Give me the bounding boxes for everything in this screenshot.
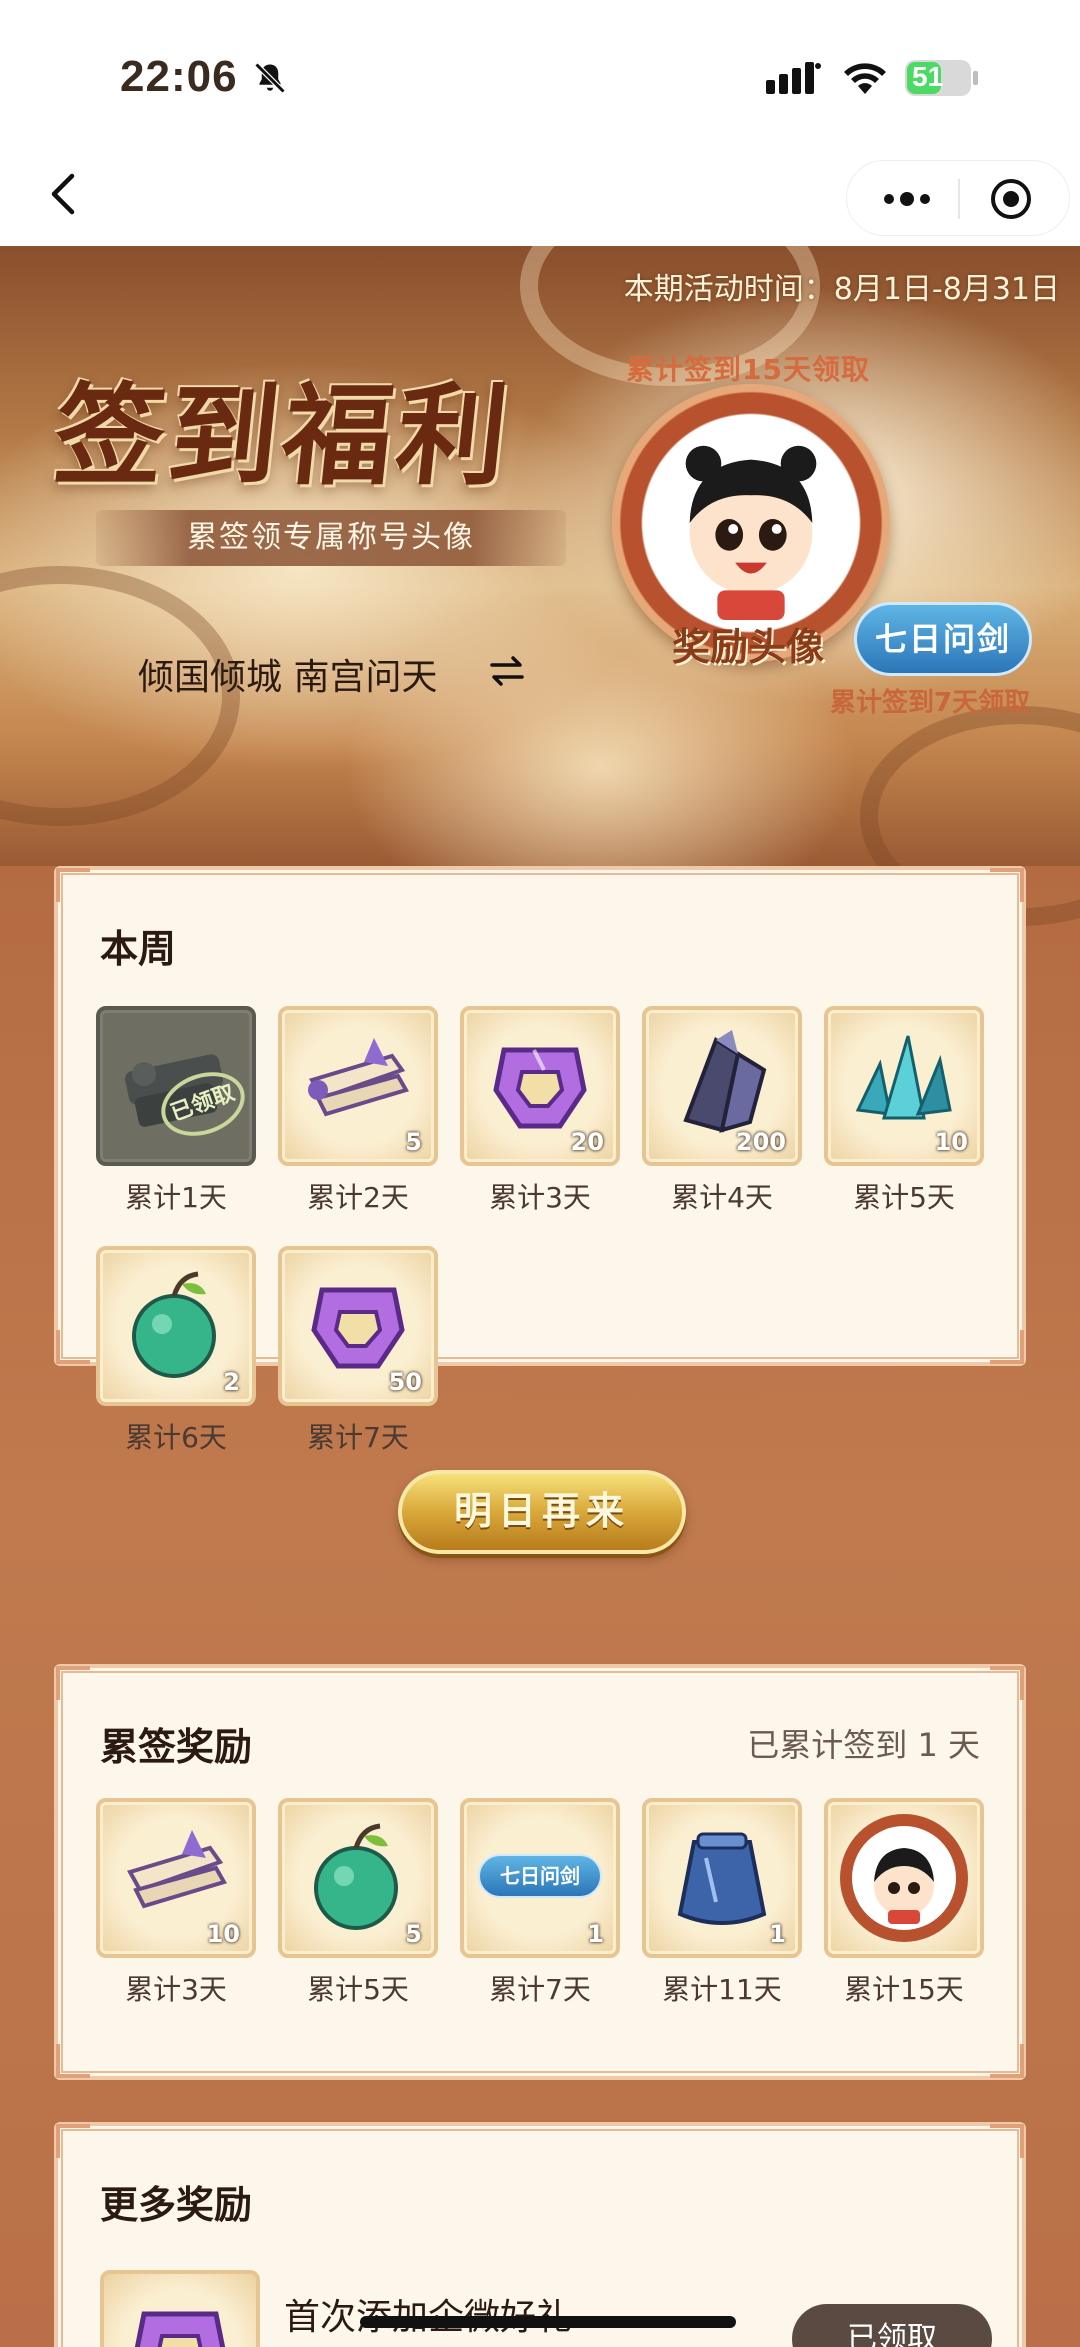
reward-quantity: 1 <box>769 1920 786 1948</box>
status-time: 22:06 <box>120 52 238 101</box>
card-corner <box>56 1330 90 1364</box>
hero-subtitle: 累签领专属称号头像 <box>96 510 566 566</box>
reward-item[interactable]: 10 累计5天 <box>824 1006 984 1216</box>
reward-day-label: 累计7天 <box>489 1973 591 2006</box>
card-corner <box>990 2044 1024 2078</box>
reward-tile: 10 <box>824 1006 984 1166</box>
hero-title: 签到福利 <box>48 371 518 500</box>
reward-tile: 5 <box>278 1006 438 1166</box>
card-corner <box>56 1666 90 1700</box>
reward-quantity: 10 <box>206 1920 240 1948</box>
avatar-character-icon <box>685 445 817 621</box>
title-badge-icon: 七日问剑 <box>478 1854 602 1898</box>
status-bar: 22:06 51 <box>0 0 1080 150</box>
claimed-button[interactable]: 已领取 <box>792 2304 992 2347</box>
cumulative-card: 累签奖励 已累计签到 1 天 10 累计3天 5 累计5天 七日问剑 1 累计7… <box>54 1664 1026 2080</box>
hero-banner: 本期活动时间：8月1日-8月31日 签到福利 累签领专属称号头像 倾国倾城 南宫… <box>0 246 1080 926</box>
reward-quantity: 1 <box>587 1920 604 1948</box>
purple-jade-icon <box>134 2311 226 2347</box>
reward-day-label: 累计1天 <box>125 1181 227 1214</box>
card-corner <box>990 868 1024 902</box>
reward-day-label: 累计5天 <box>853 1181 955 1214</box>
more-reward-name: 首次添加企微好礼 <box>284 2288 572 2340</box>
reward-item[interactable]: 七日问剑 1 累计7天 <box>460 1798 620 2008</box>
card-corner <box>56 2044 90 2078</box>
reward-day-label: 累计7天 <box>307 1421 409 1454</box>
reward-item[interactable]: 10 累计3天 <box>96 1798 256 2008</box>
reward-item[interactable]: 2 累计6天 <box>96 1246 256 1456</box>
more-rewards-title: 更多奖励 <box>100 2183 253 2227</box>
reward-item[interactable]: 1 累计11天 <box>642 1798 802 2008</box>
card-corner <box>990 2124 1024 2158</box>
swap-arrows-icon[interactable] <box>488 652 526 690</box>
reward-day-label: 累计15天 <box>844 1973 964 2006</box>
reward-day-label: 累计5天 <box>307 1973 409 2006</box>
more-dots-icon[interactable] <box>877 179 937 219</box>
weekly-card: 本周 已领取 累计1天 5 累计2天 20 累计3天 200 累计4天 10 累… <box>54 866 1026 1554</box>
reward-day-label: 累计2天 <box>307 1181 409 1214</box>
more-rewards-card: 更多奖励 首次添加企微好礼 已领取 <box>54 2122 1026 2347</box>
card-corner <box>990 1330 1024 1364</box>
reward-day-label: 累计4天 <box>671 1181 773 1214</box>
avatar-frame-icon <box>840 1814 968 1942</box>
activity-period: 本期活动时间：8月1日-8月31日 <box>623 272 1060 307</box>
come-back-tomorrow-button[interactable]: 明日再来 <box>398 1470 686 1554</box>
reward-tile: 20 <box>460 1006 620 1166</box>
avatar-requirement-15: 累计签到15天领取 <box>626 353 870 386</box>
reward-tile: 50 <box>278 1246 438 1406</box>
reward-avatar-label: 奖励头像 <box>672 625 825 669</box>
home-indicator <box>360 2316 736 2328</box>
battery-icon: 51 <box>904 58 980 98</box>
reward-quantity: 5 <box>405 1920 422 1948</box>
page-content: 本期活动时间：8月1日-8月31日 签到福利 累签领专属称号头像 倾国倾城 南宫… <box>0 246 1080 2347</box>
card-corner <box>990 1666 1024 1700</box>
reward-tile: 2 <box>96 1246 256 1406</box>
server-name[interactable]: 倾国倾城 南宫问天 <box>138 648 437 700</box>
reward-day-label: 累计3天 <box>489 1181 591 1214</box>
reward-day-label: 累计6天 <box>125 1421 227 1454</box>
capsule-divider <box>958 179 960 219</box>
wifi-icon <box>844 63 886 94</box>
reward-quantity: 200 <box>735 1128 786 1156</box>
card-corner <box>56 868 90 902</box>
weekly-title: 本周 <box>100 927 177 971</box>
close-target-icon[interactable] <box>987 175 1035 223</box>
reward-quantity: 2 <box>223 1368 240 1396</box>
reward-tile: 已领取 <box>96 1006 256 1166</box>
reward-tile: 10 <box>96 1798 256 1958</box>
reward-tile: 5 <box>278 1798 438 1958</box>
reward-tile <box>824 1798 984 1958</box>
nav-bar <box>0 150 1080 246</box>
battery-level: 51 <box>912 61 944 92</box>
back-arrow-icon[interactable] <box>36 164 96 224</box>
reward-item[interactable]: 5 累计2天 <box>278 1006 438 1216</box>
cumulative-progress: 已累计签到 1 天 <box>747 1726 980 1764</box>
reward-quantity: 10 <box>934 1128 968 1156</box>
reward-quantity: 50 <box>388 1368 422 1396</box>
title-badge: 七日问剑 <box>854 602 1032 676</box>
reward-tile: 七日问剑 1 <box>460 1798 620 1958</box>
card-corner <box>56 2124 90 2158</box>
cumulative-title: 累签奖励 <box>100 1725 253 1769</box>
bell-muted-icon <box>254 62 286 94</box>
reward-item[interactable]: 5 累计5天 <box>278 1798 438 2008</box>
reward-item[interactable]: 累计15天 <box>824 1798 984 2008</box>
signal-icon <box>766 62 821 94</box>
reward-tile: 1 <box>642 1798 802 1958</box>
reward-item[interactable]: 200 累计4天 <box>642 1006 802 1216</box>
reward-item[interactable]: 50 累计7天 <box>278 1246 438 1456</box>
reward-day-label: 累计3天 <box>125 1973 227 2006</box>
reward-tile: 200 <box>642 1006 802 1166</box>
reward-quantity: 20 <box>570 1128 604 1156</box>
reward-item[interactable]: 已领取 累计1天 <box>96 1006 256 1216</box>
title-requirement-7: 累计签到7天领取 <box>830 688 1031 718</box>
reward-item[interactable]: 20 累计3天 <box>460 1006 620 1216</box>
more-reward-tile <box>100 2270 260 2347</box>
reward-day-label: 累计11天 <box>662 1973 782 2006</box>
reward-quantity: 5 <box>405 1128 422 1156</box>
mini-program-capsule <box>846 160 1070 236</box>
